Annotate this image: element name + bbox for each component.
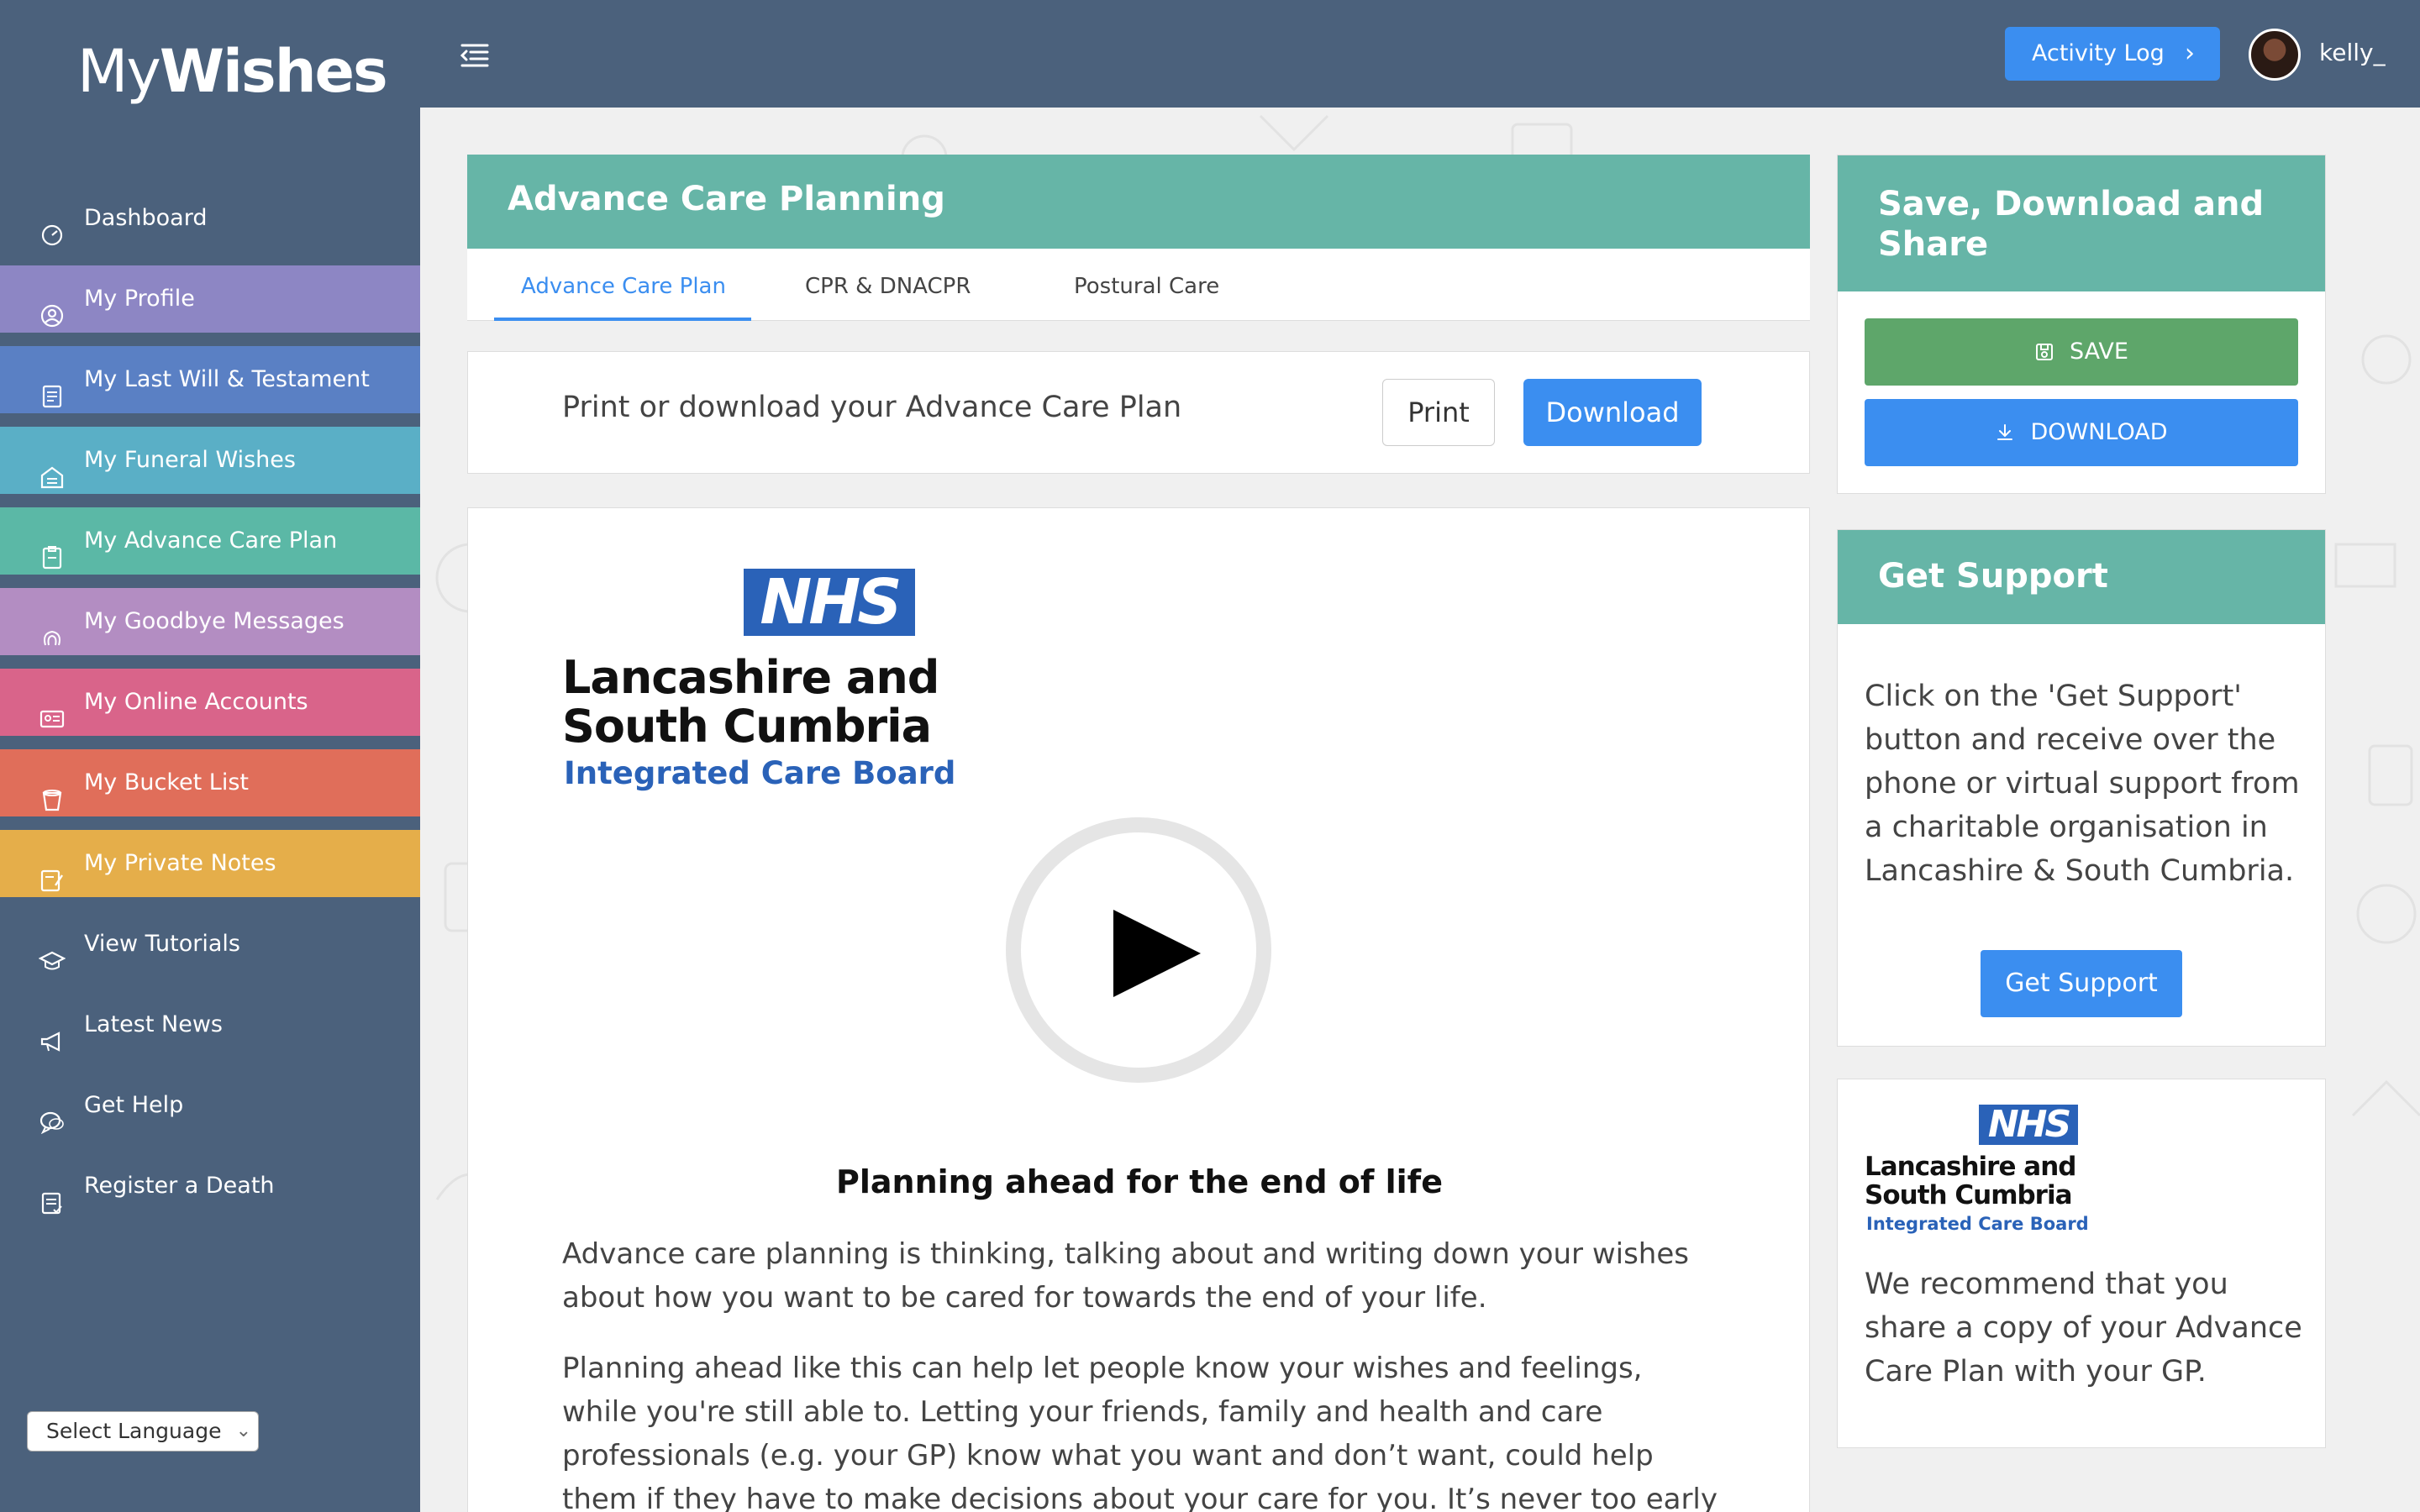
print-button[interactable]: Print: [1382, 379, 1495, 446]
download-side-label: DOWNLOAD: [2030, 419, 2168, 445]
download-side-button[interactable]: DOWNLOAD: [1865, 399, 2298, 466]
mywishes-logo[interactable]: MyWishes: [77, 34, 388, 109]
print-download-prompt: Print or download your Advance Care Plan: [562, 391, 1182, 424]
top-header: MyWishes Activity Log › kelly_: [0, 0, 2420, 108]
save-button-label: SAVE: [2070, 339, 2128, 365]
sidebar-item-my-online-accounts[interactable]: My Online Accounts: [0, 669, 420, 736]
notes-icon: [39, 852, 66, 892]
sidebar-item-label: View Tutorials: [84, 931, 240, 957]
nhs-lancashire-logo: NHS Lancashire and South Cumbria Integra…: [562, 569, 955, 795]
tab-advance-care-plan[interactable]: Advance Care Plan: [494, 274, 751, 321]
get-support-button[interactable]: Get Support: [1981, 950, 2182, 1017]
nhs-small-badge: NHS: [1979, 1105, 2078, 1145]
sidebar-item-label: Register a Death: [84, 1173, 275, 1199]
nhs-logo-line3: Integrated Care Board: [564, 755, 956, 791]
sidebar-item-label: Get Help: [84, 1092, 184, 1118]
article-paragraph-1: Advance care planning is thinking, talki…: [562, 1237, 1689, 1315]
chat-icon: [39, 1094, 66, 1135]
tab-postural-care[interactable]: Postural Care: [1074, 274, 1219, 321]
sidebar-item-view-tutorials[interactable]: View Tutorials: [0, 911, 420, 978]
share-recommendation: We recommend that you share a copy of yo…: [1865, 1268, 2302, 1389]
username[interactable]: kelly_: [2319, 39, 2386, 66]
chevron-right-icon: ›: [2185, 39, 2195, 68]
share-with-gp-card: NHS Lancashire and South Cumbria Integra…: [1837, 1079, 2326, 1448]
nhs-small-line3: Integrated Care Board: [1866, 1214, 2089, 1234]
sidebar-item-label: My Private Notes: [84, 850, 276, 876]
sidebar-item-latest-news[interactable]: Latest News: [0, 991, 420, 1058]
nhs-badge: NHS: [744, 569, 915, 636]
support-card-header: Get Support: [1838, 530, 2325, 624]
logo-part-my: My: [77, 37, 161, 106]
save-card-header: Save, Download and Share: [1838, 155, 2325, 291]
building-icon: [39, 449, 66, 489]
print-download-card: Print or download your Advance Care Plan…: [467, 351, 1810, 474]
article-heading: Planning ahead for the end of life: [836, 1163, 1443, 1200]
sidebar: Dashboard My Profile My Last Will & Testam…: [0, 108, 420, 1512]
megaphone-icon: [39, 1013, 66, 1052]
sidebar-item-my-advance-care-plan[interactable]: My Advance Care Plan: [0, 507, 420, 575]
sidebar-item-my-private-notes[interactable]: My Private Notes: [0, 830, 420, 897]
activity-log-label: Activity Log: [2032, 40, 2165, 66]
sidebar-item-get-help[interactable]: Get Help: [0, 1072, 420, 1139]
play-icon: [1113, 910, 1201, 997]
sidebar-item-my-bucket-list[interactable]: My Bucket List: [0, 749, 420, 816]
user-circle-icon: [39, 287, 66, 328]
nhs-small-line2: South Cumbria: [1865, 1180, 2073, 1210]
logo-part-wishes: Wishes: [159, 37, 388, 106]
sidebar-item-register-a-death[interactable]: Register a Death: [0, 1152, 420, 1220]
register-icon: [39, 1174, 66, 1215]
download-icon: [1995, 402, 2015, 440]
page-title: Advance Care Planning: [508, 180, 945, 218]
sidebar-item-my-last-will-testament[interactable]: My Last Will & Testament: [0, 346, 420, 413]
sidebar-item-label: My Goodbye Messages: [84, 608, 345, 634]
sidebar-item-label: Latest News: [84, 1011, 223, 1037]
sidebar-item-dashboard[interactable]: Dashboard: [0, 185, 420, 252]
advance-care-planning-header: Advance Care Planning: [467, 155, 1810, 249]
activity-log-button[interactable]: Activity Log ›: [2005, 27, 2220, 81]
sidebar-item-label: My Bucket List: [84, 769, 249, 795]
tab-bar: Advance Care Plan CPR & DNACPR Postural …: [467, 249, 1810, 321]
sidebar-item-label: My Profile: [84, 286, 195, 312]
save-download-share-card: Save, Download and Share SAVE DOWNLOAD: [1837, 155, 2326, 494]
sidebar-item-my-profile[interactable]: My Profile: [0, 265, 420, 333]
article-paragraph-2: Planning ahead like this can help let pe…: [562, 1352, 1718, 1512]
language-select-value: Select Language: [46, 1419, 222, 1443]
advance-care-plan-content: NHS Lancashire and South Cumbria Integra…: [467, 507, 1810, 1512]
sidebar-item-label: My Last Will & Testament: [84, 366, 370, 392]
accounts-icon: [39, 690, 66, 728]
nhs-logo-line2: South Cumbria: [562, 700, 932, 753]
nhs-small-logo: NHS Lancashire and South Cumbria Integra…: [1865, 1105, 2089, 1239]
sidebar-item-label: My Online Accounts: [84, 689, 308, 715]
bucket-icon: [39, 771, 66, 811]
dashboard-icon: [39, 207, 66, 246]
sidebar-item-label: Dashboard: [84, 205, 208, 231]
chevron-down-icon: ⌄: [235, 1420, 251, 1441]
document-list-icon: [39, 368, 66, 408]
floppy-disk-icon: [2034, 322, 2054, 360]
support-description: Click on the 'Get Support' button and re…: [1865, 680, 2300, 888]
nhs-logo-line1: Lancashire and: [562, 651, 939, 704]
support-card-title: Get Support: [1878, 557, 2108, 596]
sidebar-item-my-goodbye-messages[interactable]: My Goodbye Messages: [0, 588, 420, 655]
graduation-cap-icon: [38, 932, 66, 970]
save-button[interactable]: SAVE: [1865, 318, 2298, 386]
language-select[interactable]: Select Language ⌄: [27, 1411, 259, 1452]
menu-toggle-icon[interactable]: [459, 42, 491, 69]
get-support-card: Get Support Click on the 'Get Support' b…: [1837, 529, 2326, 1047]
sidebar-item-my-funeral-wishes[interactable]: My Funeral Wishes: [0, 427, 420, 494]
fingerprint-icon: [39, 610, 66, 646]
sidebar-item-label: My Funeral Wishes: [84, 447, 296, 473]
nhs-small-line1: Lancashire and: [1865, 1152, 2076, 1182]
sidebar-item-label: My Advance Care Plan: [84, 528, 338, 554]
save-card-title: Save, Download and Share: [1878, 185, 2265, 264]
clipboard-icon: [39, 529, 66, 570]
user-avatar[interactable]: [2249, 29, 2301, 81]
download-button[interactable]: Download: [1523, 379, 1702, 446]
tab-cpr-dnacpr[interactable]: CPR & DNACPR: [805, 274, 971, 321]
video-play-button[interactable]: [1006, 817, 1271, 1083]
